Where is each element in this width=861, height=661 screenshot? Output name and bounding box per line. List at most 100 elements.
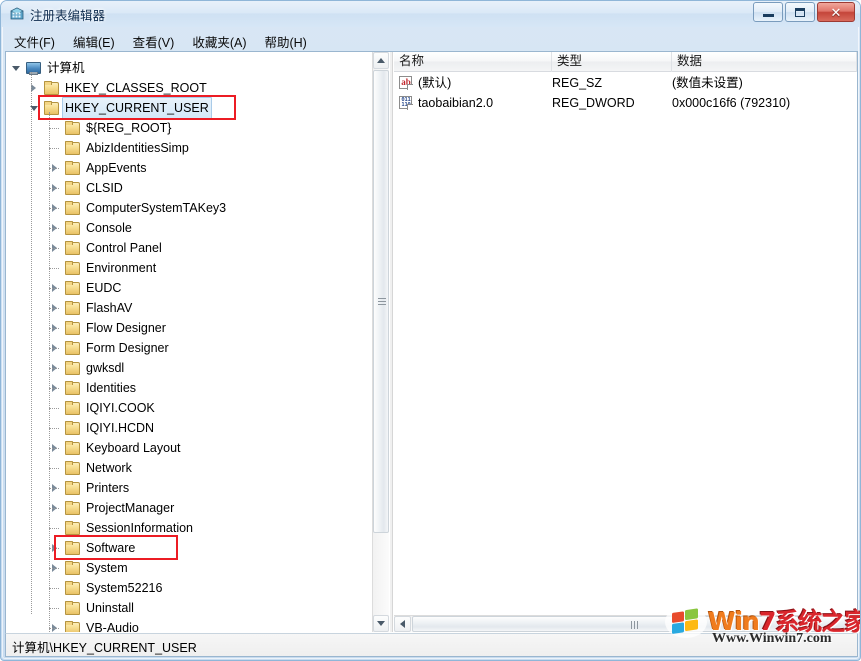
expander-expand-icon[interactable] [26, 78, 42, 98]
menu-file[interactable]: 文件(F) [5, 30, 64, 53]
tree-item-vb-audio[interactable]: VB-Audio [6, 618, 366, 632]
folder-icon [63, 520, 81, 536]
folder-icon [63, 220, 81, 236]
tree-item-system52216[interactable]: System52216 [6, 578, 366, 598]
tree-guide-line [49, 112, 50, 632]
close-icon: ✕ [830, 4, 842, 20]
tree-item-reg-root[interactable]: ${REG_ROOT} [6, 118, 366, 138]
tree-item-computersystemtakey3[interactable]: ComputerSystemTAKey3 [6, 198, 366, 218]
folder-icon [63, 280, 81, 296]
tree-item-keyboard-layout[interactable]: Keyboard Layout [6, 438, 366, 458]
tree-item-label: HKEY_CLASSES_ROOT [65, 81, 207, 95]
value-data: 0x000c16f6 (792310) [672, 96, 791, 110]
expander-collapse-icon[interactable] [8, 58, 24, 78]
folder-icon [63, 260, 81, 276]
folder-icon [63, 600, 81, 616]
tree-item-identities[interactable]: Identities [6, 378, 366, 398]
tree-item-eudc[interactable]: EUDC [6, 278, 366, 298]
tree-item-[interactable]: 计算机 [6, 58, 366, 78]
tree-item-abizidentitiessimp[interactable]: AbizIdentitiesSimp [6, 138, 366, 158]
maximize-icon [786, 3, 814, 21]
tree-item-console[interactable]: Console [6, 218, 366, 238]
folder-icon [63, 400, 81, 416]
reg-sz-icon: ab [398, 75, 418, 91]
tree-item-label: ${REG_ROOT} [86, 121, 172, 135]
values-column-header[interactable]: 名称 类型 数据 [394, 52, 857, 72]
maximize-button[interactable] [785, 2, 815, 22]
tree-item-label: VB-Audio [86, 621, 139, 632]
tree-scroll-up-button[interactable] [373, 52, 389, 69]
status-bar: 计算机\HKEY_CURRENT_USER [5, 633, 858, 657]
tree-guide-line [49, 508, 59, 509]
folder-icon [63, 140, 81, 156]
tree-scroll-down-button[interactable] [373, 615, 389, 632]
folder-icon [42, 80, 60, 96]
tree-guide-line [49, 148, 59, 149]
menu-view[interactable]: 查看(V) [124, 30, 184, 53]
column-header-type[interactable]: 类型 [552, 52, 672, 72]
tree-item-hkey-classes-root[interactable]: HKEY_CLASSES_ROOT [6, 78, 366, 98]
folder-icon [63, 300, 81, 316]
chevron-up-icon [377, 58, 385, 63]
tree-vertical-scrollbar[interactable] [372, 52, 389, 632]
expander-collapse-icon[interactable] [26, 98, 42, 118]
values-horizontal-scrollbar[interactable] [394, 615, 857, 632]
tree-guide-line [49, 448, 59, 449]
tree-item-system[interactable]: System [6, 558, 366, 578]
tree-item-label: ProjectManager [86, 501, 175, 515]
values-scrollbar-thumb[interactable] [412, 616, 857, 632]
menu-edit[interactable]: 编辑(E) [64, 30, 124, 53]
values-scroll-left-button[interactable] [394, 616, 411, 632]
tree-item-software[interactable]: Software [6, 538, 366, 558]
close-button[interactable]: ✕ [817, 2, 855, 22]
tree-item-label: Identities [86, 381, 137, 395]
tree-item-appevents[interactable]: AppEvents [6, 158, 366, 178]
folder-icon [63, 240, 81, 256]
tree-item-flow-designer[interactable]: Flow Designer [6, 318, 366, 338]
tree-guide-line [49, 388, 59, 389]
tree-item-sessioninformation[interactable]: SessionInformation [6, 518, 366, 538]
panel-splitter[interactable] [389, 52, 393, 632]
tree-guide-line [49, 588, 59, 589]
tree-guide-line [49, 468, 59, 469]
tree-item-hkey-current-user[interactable]: HKEY_CURRENT_USER [6, 97, 366, 119]
tree-item-network[interactable]: Network [6, 458, 366, 478]
tree-item-gwksdl[interactable]: gwksdl [6, 358, 366, 378]
tree-guide-line [49, 308, 59, 309]
registry-tree-panel: 计算机 HKEY_CLASSES_ROOT HKEY_CURRENT_USER ${R… [6, 52, 389, 632]
tree-item-label: CLSID [86, 181, 123, 195]
minimize-button[interactable] [753, 2, 783, 22]
tree-item-label: System [86, 561, 128, 575]
tree-item-iqiyi-hcdn[interactable]: IQIYI.HCDN [6, 418, 366, 438]
title-bar[interactable]: 注册表编辑器 ✕ [1, 1, 860, 27]
menu-help[interactable]: 帮助(H) [255, 30, 315, 53]
folder-icon [63, 120, 81, 136]
tree-item-flashav[interactable]: FlashAV [6, 298, 366, 318]
tree-item-environment[interactable]: Environment [6, 258, 366, 278]
column-header-data[interactable]: 数据 [672, 52, 857, 72]
registry-tree[interactable]: 计算机 HKEY_CLASSES_ROOT HKEY_CURRENT_USER ${R… [6, 52, 372, 632]
tree-item-label: Console [86, 221, 132, 235]
folder-icon [63, 460, 81, 476]
tree-item-label: HKEY_CURRENT_USER [62, 97, 212, 119]
tree-scrollbar-thumb[interactable] [373, 70, 389, 533]
tree-item-projectmanager[interactable]: ProjectManager [6, 498, 366, 518]
menu-favorites[interactable]: 收藏夹(A) [183, 30, 255, 53]
folder-icon [63, 360, 81, 376]
value-row[interactable]: ab (默认) REG_SZ (数值未设置) [394, 73, 857, 93]
tree-item-control-panel[interactable]: Control Panel [6, 238, 366, 258]
column-header-name[interactable]: 名称 [394, 52, 552, 72]
value-row[interactable]: 011 110 taobaibian2.0 REG_DWORD 0x000c16f6 (… [394, 93, 857, 113]
tree-item-label: Software [86, 541, 136, 555]
tree-item-uninstall[interactable]: Uninstall [6, 598, 366, 618]
tree-guide-line [49, 208, 59, 209]
values-list[interactable]: ab (默认) REG_SZ (数值未设置) 011 110 taobaibian2.0 RE… [394, 73, 857, 113]
tree-item-label: FlashAV [86, 301, 133, 315]
tree-guide-line [49, 408, 59, 409]
tree-item-printers[interactable]: Printers [6, 478, 366, 498]
tree-item-clsid[interactable]: CLSID [6, 178, 366, 198]
tree-item-label: ComputerSystemTAKey3 [86, 201, 227, 215]
tree-item-iqiyi-cook[interactable]: IQIYI.COOK [6, 398, 366, 418]
tree-item-label: Uninstall [86, 601, 134, 615]
tree-item-form-designer[interactable]: Form Designer [6, 338, 366, 358]
